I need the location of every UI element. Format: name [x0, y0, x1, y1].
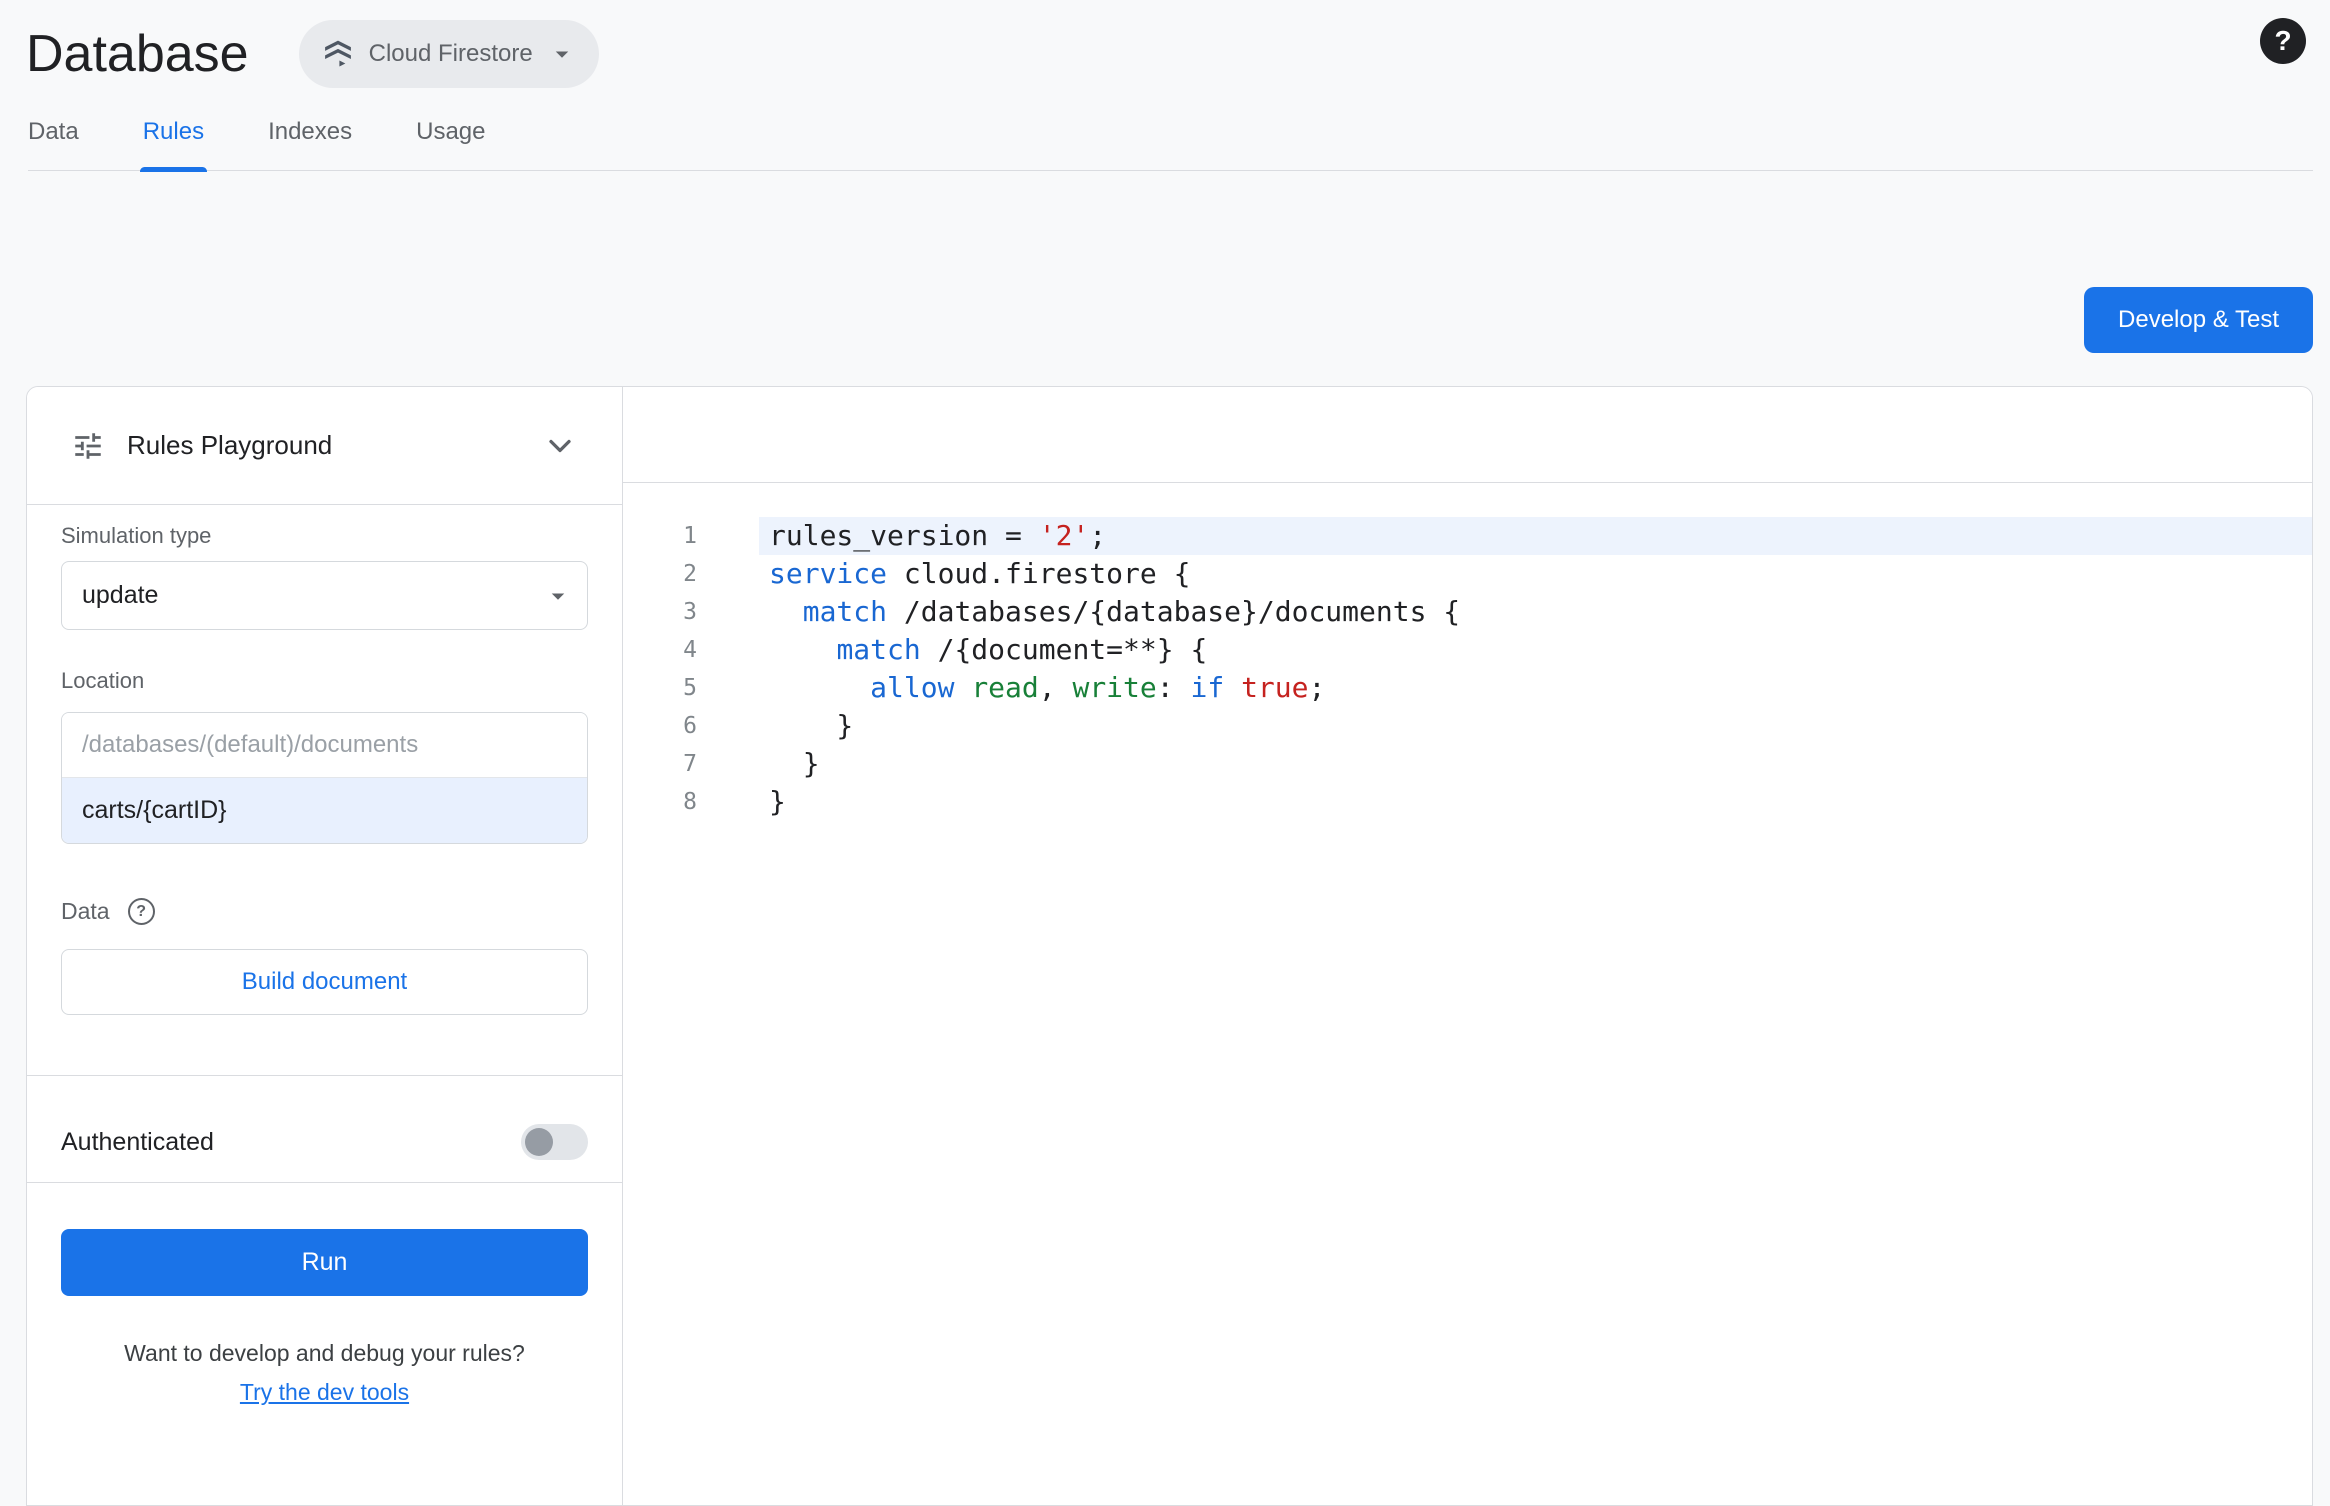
location-path-input[interactable] [62, 777, 587, 843]
rules-playground-panel: Rules Playground Simulation type update … [27, 387, 623, 1505]
line-number: 4 [683, 637, 697, 663]
data-section-header: Data ? [61, 898, 588, 925]
code-content[interactable]: rules_version = '2'; service cloud.firest… [759, 517, 2312, 1505]
rules-code-editor[interactable]: 1 2 3 4 5 6 7 8 rules_version = '2'; service clo… [623, 483, 2312, 1505]
section-divider [27, 1182, 622, 1183]
line-number: 7 [683, 751, 697, 777]
dev-tools-hint-text: Want to develop and debug your rules? [124, 1340, 525, 1366]
authenticated-label: Authenticated [61, 1127, 214, 1156]
develop-and-test-button[interactable]: Develop & Test [2084, 287, 2313, 353]
run-button[interactable]: Run [61, 1229, 588, 1296]
data-help-icon[interactable]: ? [127, 898, 155, 925]
line-number: 3 [683, 599, 697, 625]
code-line[interactable]: } [759, 783, 2312, 821]
rules-playground-title: Rules Playground [127, 430, 333, 460]
firestore-icon [324, 40, 351, 67]
code-line[interactable]: } [759, 707, 2312, 745]
rules-playground-header[interactable]: Rules Playground [27, 387, 622, 505]
build-document-button[interactable]: Build document [61, 949, 588, 1015]
simulation-type-value: update [82, 581, 159, 609]
database-selector-label: Cloud Firestore [368, 40, 533, 67]
editor-toolbar [623, 387, 2312, 483]
tab-data[interactable]: Data [28, 118, 79, 170]
line-number: 1 [683, 523, 697, 549]
top-header: Database Cloud Firestore ? [0, 0, 2330, 92]
line-number-gutter: 1 2 3 4 5 6 7 8 [623, 517, 759, 1505]
location-prefix-input[interactable] [62, 713, 587, 777]
tune-icon [75, 432, 101, 459]
section-divider [27, 1075, 622, 1076]
line-number: 6 [683, 713, 697, 739]
rules-playground-body: Simulation type update Location Data ? B… [27, 505, 622, 1406]
simulation-type-select[interactable]: update [61, 561, 588, 630]
code-line[interactable]: match /{document=**} { [759, 631, 2312, 669]
help-button[interactable]: ? [2260, 18, 2306, 64]
rules-code-panel: 1 2 3 4 5 6 7 8 rules_version = '2'; service clo… [623, 387, 2312, 1505]
code-line[interactable]: rules_version = '2'; [759, 517, 2312, 555]
location-field-group [61, 712, 588, 844]
tab-indexes[interactable]: Indexes [268, 118, 352, 170]
page-title: Database [26, 25, 249, 83]
code-line[interactable]: service cloud.firestore { [759, 555, 2312, 593]
code-line[interactable]: match /databases/{database}/documents { [759, 593, 2312, 631]
dev-tools-link[interactable]: Try the dev tools [61, 1379, 588, 1406]
chevron-down-icon [555, 51, 568, 58]
code-line[interactable]: allow read, write: if true; [759, 669, 2312, 707]
rules-editor-card: Rules Playground Simulation type update … [26, 386, 2313, 1506]
line-number: 5 [683, 675, 697, 701]
line-number: 2 [683, 561, 697, 587]
data-label: Data [61, 898, 110, 924]
line-number: 8 [683, 789, 697, 815]
chevron-down-icon [551, 593, 565, 600]
tab-rules[interactable]: Rules [139, 118, 208, 172]
authenticated-row: Authenticated [61, 1106, 588, 1178]
tab-usage[interactable]: Usage [416, 118, 485, 170]
location-label: Location [61, 668, 145, 693]
authenticated-toggle[interactable] [521, 1124, 588, 1160]
collapse-chevron-icon[interactable] [542, 428, 578, 464]
code-line[interactable]: } [759, 745, 2312, 783]
database-selector[interactable]: Cloud Firestore [298, 20, 599, 88]
simulation-type-label: Simulation type [61, 523, 212, 548]
toggle-knob [525, 1128, 553, 1156]
tab-bar: Data Rules Indexes Usage [28, 118, 2313, 172]
